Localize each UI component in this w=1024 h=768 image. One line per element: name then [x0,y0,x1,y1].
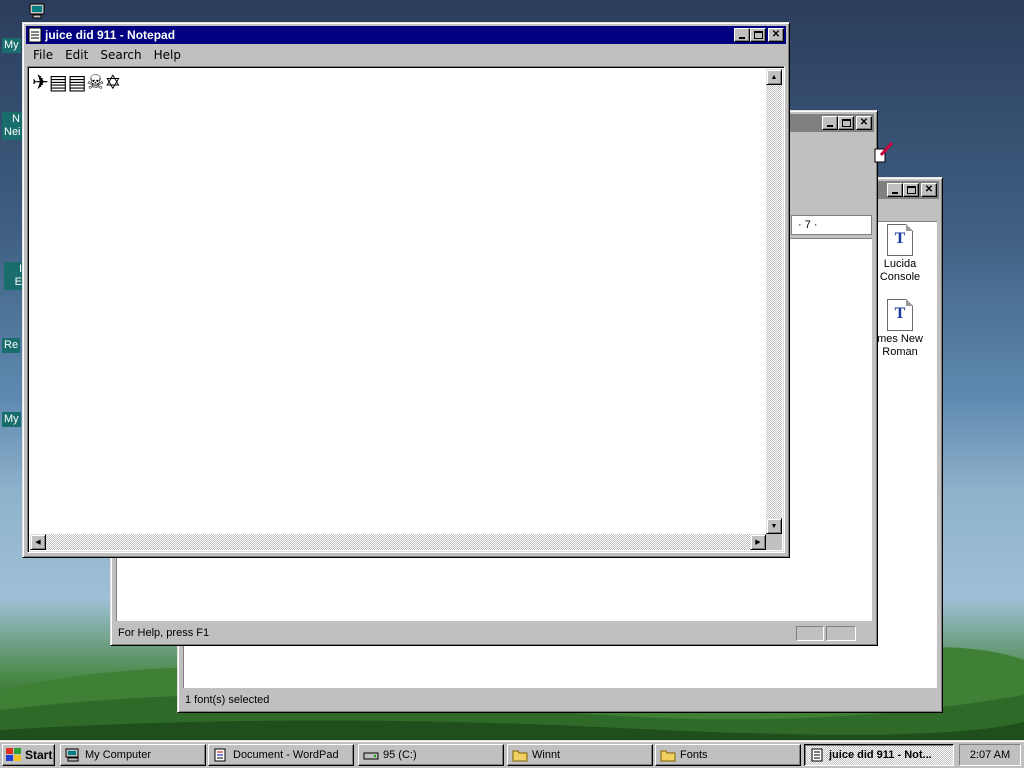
scroll-right-button[interactable]: ▶ [750,534,766,550]
menu-file[interactable]: File [28,48,58,62]
close-button[interactable]: ✕ [768,28,784,42]
truetype-font-icon: T [887,299,913,331]
taskbar-button-drive-c[interactable]: 95 (C:) [358,744,504,766]
desktop-icon-label: My [2,412,21,427]
fonts-statusbar: 1 font(s) selected [181,691,939,709]
system-tray: 2:07 AM [959,744,1021,766]
window-title: juice did 911 - Notepad [45,28,176,42]
wordpad-icon [214,748,226,762]
menubar: File Edit Search Help [26,45,786,65]
minimize-button[interactable] [734,28,750,42]
text-editor[interactable]: ✈▤▤☠✡ ▲ ▼ ◀ ▶ [27,66,785,553]
notepad-titlebar[interactable]: juice did 911 - Notepad ✕ [26,26,786,44]
ruler[interactable]: · 7 · [791,215,872,235]
close-icon: ✕ [859,117,869,128]
editor-content: ✈▤▤☠✡ [32,70,122,94]
notepad-icon [28,27,42,43]
taskbar-button-winnt[interactable]: Winnt [507,744,653,766]
folder-icon [660,750,676,762]
maximize-icon [753,31,763,39]
font-file-lucida-console[interactable]: T Lucida Console [870,224,930,284]
computer-icon [29,3,45,19]
taskbar-button-label: My Computer [85,749,152,761]
wordpad-statusbar: For Help, press F1 [114,624,874,642]
minimize-icon [827,125,833,127]
maximize-button[interactable] [750,28,766,42]
font-file-label: mes New Roman [877,333,923,358]
computer-icon [65,748,79,762]
taskbar-button-label: Fonts [680,749,708,761]
taskbar-button-label: 95 (C:) [383,749,417,761]
taskbar-button-fonts[interactable]: Fonts [655,744,801,766]
font-file-times-new-roman[interactable]: T mes New Roman [870,299,930,359]
menu-search[interactable]: Search [95,48,146,62]
notepad-icon [811,748,823,762]
scroll-corner [766,534,782,550]
close-icon: ✕ [771,29,781,40]
menu-help[interactable]: Help [149,48,186,62]
vertical-scrollbar[interactable]: ▲ ▼ [766,69,782,534]
minimize-icon [739,37,745,39]
drive-icon [363,752,379,760]
desktop-icon-label: N Nei [2,112,22,140]
taskbar-button-label: Document - WordPad [233,749,339,761]
maximize-icon [906,186,916,194]
taskbar: Start My Computer Document - WordPad 95 … [0,740,1024,768]
taskbar-button-label: Winnt [532,749,561,761]
maximize-button[interactable] [838,116,854,130]
start-label: Start [25,748,53,762]
desktop-icon-label: I E [4,262,24,290]
desktop-icon-label: Re [2,338,21,353]
taskbar-button-label: juice did 911 - Not... [829,749,932,761]
maximize-icon [841,119,851,127]
font-file-label: Lucida Console [879,258,921,283]
scroll-up-button[interactable]: ▲ [766,69,782,85]
taskbar-button-wordpad[interactable]: Document - WordPad [208,744,354,766]
folder-icon [512,750,528,762]
scroll-left-button[interactable]: ◀ [30,534,46,550]
status-text: For Help, press F1 [118,627,210,639]
status-panel [826,625,856,641]
close-button[interactable]: ✕ [856,116,872,130]
taskbar-button-notepad[interactable]: juice did 911 - Not... [804,744,954,766]
close-button[interactable]: ✕ [921,183,937,197]
desktop-icon-label: My [2,38,21,53]
taskbar-button-my-computer[interactable]: My Computer [60,744,206,766]
windows-logo-icon [6,748,22,762]
close-icon: ✕ [924,184,934,195]
pencil-icon [874,141,894,163]
minimize-icon [892,192,898,194]
scroll-down-button[interactable]: ▼ [766,518,782,534]
maximize-button[interactable] [903,183,919,197]
minimize-button[interactable] [887,183,903,197]
notepad-window[interactable]: juice did 911 - Notepad ✕ File Edit Sear… [22,22,790,558]
horizontal-scrollbar[interactable]: ◀ ▶ [30,534,766,550]
menu-edit[interactable]: Edit [60,48,93,62]
status-text: 1 font(s) selected [185,694,270,706]
minimize-button[interactable] [822,116,838,130]
clock[interactable]: 2:07 AM [970,749,1010,761]
truetype-font-icon: T [887,224,913,256]
status-panel [796,625,824,641]
start-button[interactable]: Start [2,744,55,766]
